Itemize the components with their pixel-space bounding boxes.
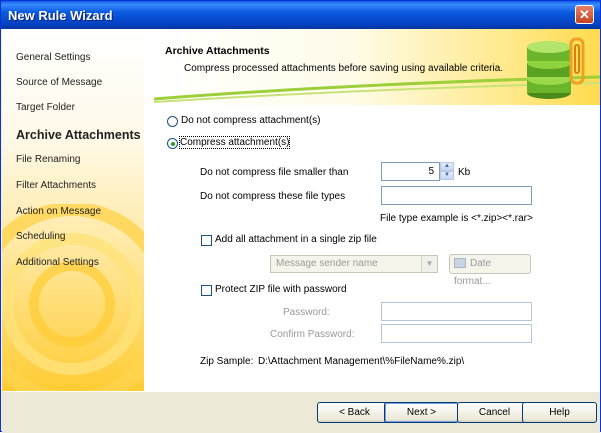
sidebar-item-filter-attachments[interactable]: Filter Attachments xyxy=(16,180,96,191)
file-type-hint: File type example is <*.zip><*.rar> xyxy=(380,213,533,224)
exclude-types-label: Do not compress these file types xyxy=(200,191,346,202)
page-subtitle: Compress processed attachments before sa… xyxy=(184,63,504,74)
protect-zip-label[interactable]: Protect ZIP file with password xyxy=(215,284,347,295)
close-icon: ✕ xyxy=(579,7,590,22)
help-button[interactable]: Help xyxy=(522,402,597,423)
zip-sample-value: D:\Attachment Management\%FileName%.zip\ xyxy=(258,356,465,367)
single-zip-label[interactable]: Add all attachment in a single zip file xyxy=(215,234,377,245)
wizard-window: New Rule Wizard ✕ General Settings Sourc… xyxy=(0,0,601,433)
protect-zip-checkbox[interactable] xyxy=(201,285,212,296)
calendar-icon xyxy=(454,258,466,269)
compress-label[interactable]: Compress attachment(s) xyxy=(178,136,291,149)
compress-radio[interactable] xyxy=(167,138,178,149)
sidebar-item-archive-attachments[interactable]: Archive Attachments xyxy=(16,128,141,142)
sidebar-item-scheduling[interactable]: Scheduling xyxy=(16,231,65,242)
sidebar-item-source-of-message[interactable]: Source of Message xyxy=(16,77,102,88)
page-header: Archive Attachments Compress processed a… xyxy=(144,29,600,105)
page-title: Archive Attachments xyxy=(165,45,270,57)
no-compress-radio[interactable] xyxy=(167,116,178,127)
sidebar-item-additional-settings[interactable]: Additional Settings xyxy=(16,257,99,268)
spin-up-icon[interactable]: ▲ xyxy=(440,162,454,171)
title-bar: New Rule Wizard ✕ xyxy=(1,1,600,29)
min-size-unit: Kb xyxy=(458,167,471,178)
back-button[interactable]: < Back xyxy=(317,402,392,423)
date-format-button[interactable]: Date format... xyxy=(449,254,531,287)
confirm-password-input[interactable] xyxy=(381,324,532,343)
password-label: Password: xyxy=(283,307,330,318)
min-size-label: Do not compress file smaller than xyxy=(200,167,349,178)
archive-books-icon xyxy=(527,37,585,99)
close-button[interactable]: ✕ xyxy=(575,5,594,24)
password-input[interactable] xyxy=(381,302,532,321)
spin-down-icon[interactable]: ▼ xyxy=(440,171,454,180)
sidebar-item-file-renaming[interactable]: File Renaming xyxy=(16,154,80,165)
exclude-types-input[interactable] xyxy=(381,186,532,205)
next-button[interactable]: Next > xyxy=(384,402,459,423)
window-title: New Rule Wizard xyxy=(8,8,113,23)
sidebar-item-target-folder[interactable]: Target Folder xyxy=(16,102,75,113)
zip-name-select-value: Message sender name xyxy=(276,258,378,269)
min-size-spinner[interactable]: ▲ ▼ xyxy=(440,162,454,181)
min-size-input[interactable]: 5 xyxy=(381,162,440,181)
no-compress-label[interactable]: Do not compress attachment(s) xyxy=(181,115,321,126)
archive-settings-panel: Do not compress attachment(s) Compress a… xyxy=(144,105,600,391)
wizard-button-bar: < Back Next > Cancel Help xyxy=(2,391,600,433)
single-zip-checkbox[interactable] xyxy=(201,235,212,246)
zip-name-select[interactable]: Message sender name ▼ xyxy=(270,255,438,273)
sidebar-item-action-on-message[interactable]: Action on Message xyxy=(16,206,101,217)
cancel-button[interactable]: Cancel xyxy=(457,402,532,423)
sidebar-item-general-settings[interactable]: General Settings xyxy=(16,52,91,63)
chevron-down-icon: ▼ xyxy=(421,256,437,272)
zip-sample-label: Zip Sample: xyxy=(200,356,254,367)
wizard-steps-sidebar: General Settings Source of Message Targe… xyxy=(2,29,144,391)
confirm-password-label: Confirm Password: xyxy=(270,329,355,340)
